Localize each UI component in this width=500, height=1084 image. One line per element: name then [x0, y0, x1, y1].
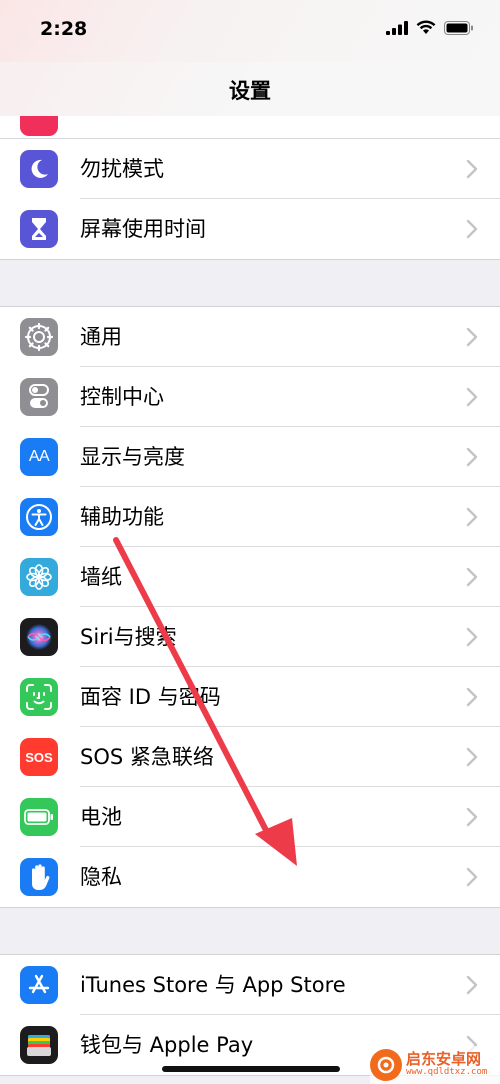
settings-row-screen-time[interactable]: 屏幕使用时间 — [0, 199, 500, 259]
navigation-bar: 设置 — [0, 62, 500, 116]
chevron-right-icon — [466, 447, 478, 467]
row-label: 显示与亮度 — [80, 445, 185, 469]
row-label: 屏幕使用时间 — [80, 217, 206, 241]
row-label: 控制中心 — [80, 385, 164, 409]
settings-row-face-id[interactable]: 面容 ID 与密码 — [0, 667, 500, 727]
chevron-right-icon — [466, 567, 478, 587]
chevron-right-icon — [466, 159, 478, 179]
section-gap — [0, 908, 500, 954]
text-size-icon-text: AA — [28, 448, 50, 465]
row-label: 辅助功能 — [80, 505, 164, 529]
chevron-right-icon — [466, 627, 478, 647]
chevron-right-icon — [466, 687, 478, 707]
settings-row-wallpaper[interactable]: 墙纸 — [0, 547, 500, 607]
chevron-right-icon — [466, 327, 478, 347]
watermark-name: 启东安卓网 — [406, 1050, 482, 1069]
row-label: 墙纸 — [80, 565, 122, 589]
row-label: SOS 紧急联络 — [80, 745, 214, 769]
chevron-right-icon — [466, 867, 478, 887]
row-label: 勿扰模式 — [80, 157, 164, 181]
gear-icon — [20, 318, 58, 356]
settings-row-app-store[interactable]: iTunes Store 与 App Store — [0, 955, 500, 1015]
battery-status-icon — [444, 20, 473, 35]
wallet-icon — [20, 1026, 58, 1064]
home-indicator[interactable] — [162, 1066, 340, 1072]
sos-icon-text: SOS — [25, 749, 53, 765]
row-label: 电池 — [80, 805, 122, 829]
toggles-icon — [20, 378, 58, 416]
settings-row-emergency-sos[interactable]: SOS SOS 紧急联络 — [0, 727, 500, 787]
settings-row-display-brightness[interactable]: AA 显示与亮度 — [0, 427, 500, 487]
face-id-icon — [20, 678, 58, 716]
chevron-right-icon — [466, 387, 478, 407]
status-bar: 2:28 — [0, 0, 500, 62]
battery-icon — [20, 798, 58, 836]
chevron-right-icon — [466, 507, 478, 527]
flower-icon — [20, 558, 58, 596]
settings-row-accessibility[interactable]: 辅助功能 — [0, 487, 500, 547]
moon-icon — [20, 150, 58, 188]
watermark-logo-icon — [370, 1049, 402, 1081]
watermark-url: www.qdldtxz.com — [406, 1067, 488, 1078]
row-label: iTunes Store 与 App Store — [80, 973, 346, 997]
settings-row-control-center[interactable]: 控制中心 — [0, 367, 500, 427]
watermark-text: 启东安卓网 www.qdldtxz.com — [406, 1052, 487, 1077]
settings-group-1: 勿扰模式 屏幕使用时间 — [0, 139, 500, 260]
status-time: 2:28 — [40, 18, 88, 40]
row-label: 通用 — [80, 325, 122, 349]
accessibility-icon — [20, 498, 58, 536]
chevron-right-icon — [466, 219, 478, 239]
partial-icon — [20, 116, 58, 136]
row-label: 面容 ID 与密码 — [80, 685, 221, 709]
hand-icon — [20, 858, 58, 896]
hourglass-icon — [20, 210, 58, 248]
settings-list[interactable]: 勿扰模式 屏幕使用时间 通用 控制中心 AA 显示与亮度 辅助功能 墙纸 Sir… — [0, 116, 500, 1076]
settings-row-general[interactable]: 通用 — [0, 307, 500, 367]
wifi-icon — [416, 20, 436, 34]
page-title: 设置 — [229, 79, 271, 103]
row-label: 隐私 — [80, 865, 122, 889]
settings-row-battery[interactable]: 电池 — [0, 787, 500, 847]
partially-hidden-row[interactable] — [0, 116, 500, 139]
siri-icon — [20, 618, 58, 656]
settings-row-privacy[interactable]: 隐私 — [0, 847, 500, 907]
chevron-right-icon — [466, 807, 478, 827]
settings-row-siri-search[interactable]: Siri与搜索 — [0, 607, 500, 667]
chevron-right-icon — [466, 747, 478, 767]
watermark: 启东安卓网 www.qdldtxz.com — [370, 1046, 500, 1084]
chevron-right-icon — [466, 975, 478, 995]
sos-icon: SOS — [20, 738, 58, 776]
status-icons — [386, 20, 474, 35]
section-gap — [0, 260, 500, 306]
row-label: Siri与搜索 — [80, 625, 177, 649]
cellular-signal-icon — [386, 20, 408, 35]
app-store-icon — [20, 966, 58, 1004]
text-size-icon: AA — [20, 438, 58, 476]
settings-group-2: 通用 控制中心 AA 显示与亮度 辅助功能 墙纸 Siri与搜索 面容 ID 与… — [0, 306, 500, 908]
settings-row-do-not-disturb[interactable]: 勿扰模式 — [0, 139, 500, 199]
